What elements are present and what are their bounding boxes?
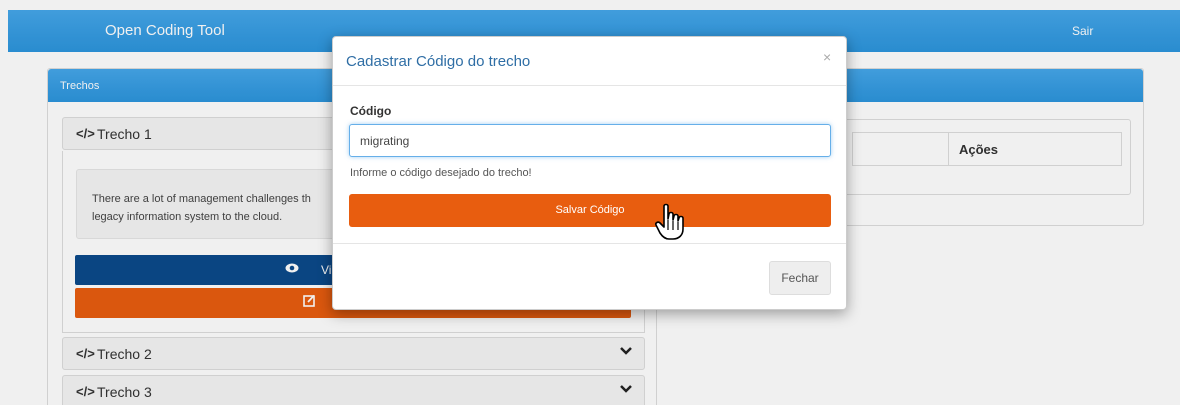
code-help-text: Informe o código desejado do trecho! <box>350 167 532 179</box>
chevron-down-icon[interactable] <box>620 381 632 398</box>
code-field-label: Código <box>350 104 392 118</box>
column-divider <box>948 133 949 165</box>
trecho-header-3[interactable]: </> Trecho 3 <box>62 375 645 405</box>
divider <box>333 243 846 244</box>
trecho-label: Trecho 3 <box>97 384 152 400</box>
modal-title: Cadastrar Código do trecho <box>346 53 531 70</box>
hand-cursor-icon <box>654 203 688 244</box>
codes-table-wrapper: Ações <box>841 119 1131 195</box>
code-input[interactable] <box>349 124 831 157</box>
close-button[interactable]: Fechar <box>769 261 831 295</box>
code-icon: </> <box>76 126 95 141</box>
divider <box>333 85 846 86</box>
column-acoes: Ações <box>959 142 999 157</box>
codes-table: Ações <box>852 132 1122 166</box>
edit-icon <box>303 294 316 310</box>
trecho-label: Trecho 2 <box>97 346 152 362</box>
code-icon: </> <box>76 384 95 399</box>
code-icon: </> <box>76 346 95 361</box>
eye-icon <box>285 262 299 277</box>
chevron-down-icon[interactable] <box>620 343 632 360</box>
logout-link[interactable]: Sair <box>1072 24 1093 38</box>
save-code-button[interactable]: Salvar Código <box>349 194 831 227</box>
close-icon[interactable]: × <box>823 49 831 65</box>
view-button-label: Vi <box>321 263 332 277</box>
trecho-label: Trecho 1 <box>97 126 152 142</box>
trecho-header-2[interactable]: </> Trecho 2 <box>62 337 645 370</box>
code-modal: Cadastrar Código do trecho × Código Info… <box>332 36 847 310</box>
brand[interactable]: Open Coding Tool <box>105 22 225 39</box>
